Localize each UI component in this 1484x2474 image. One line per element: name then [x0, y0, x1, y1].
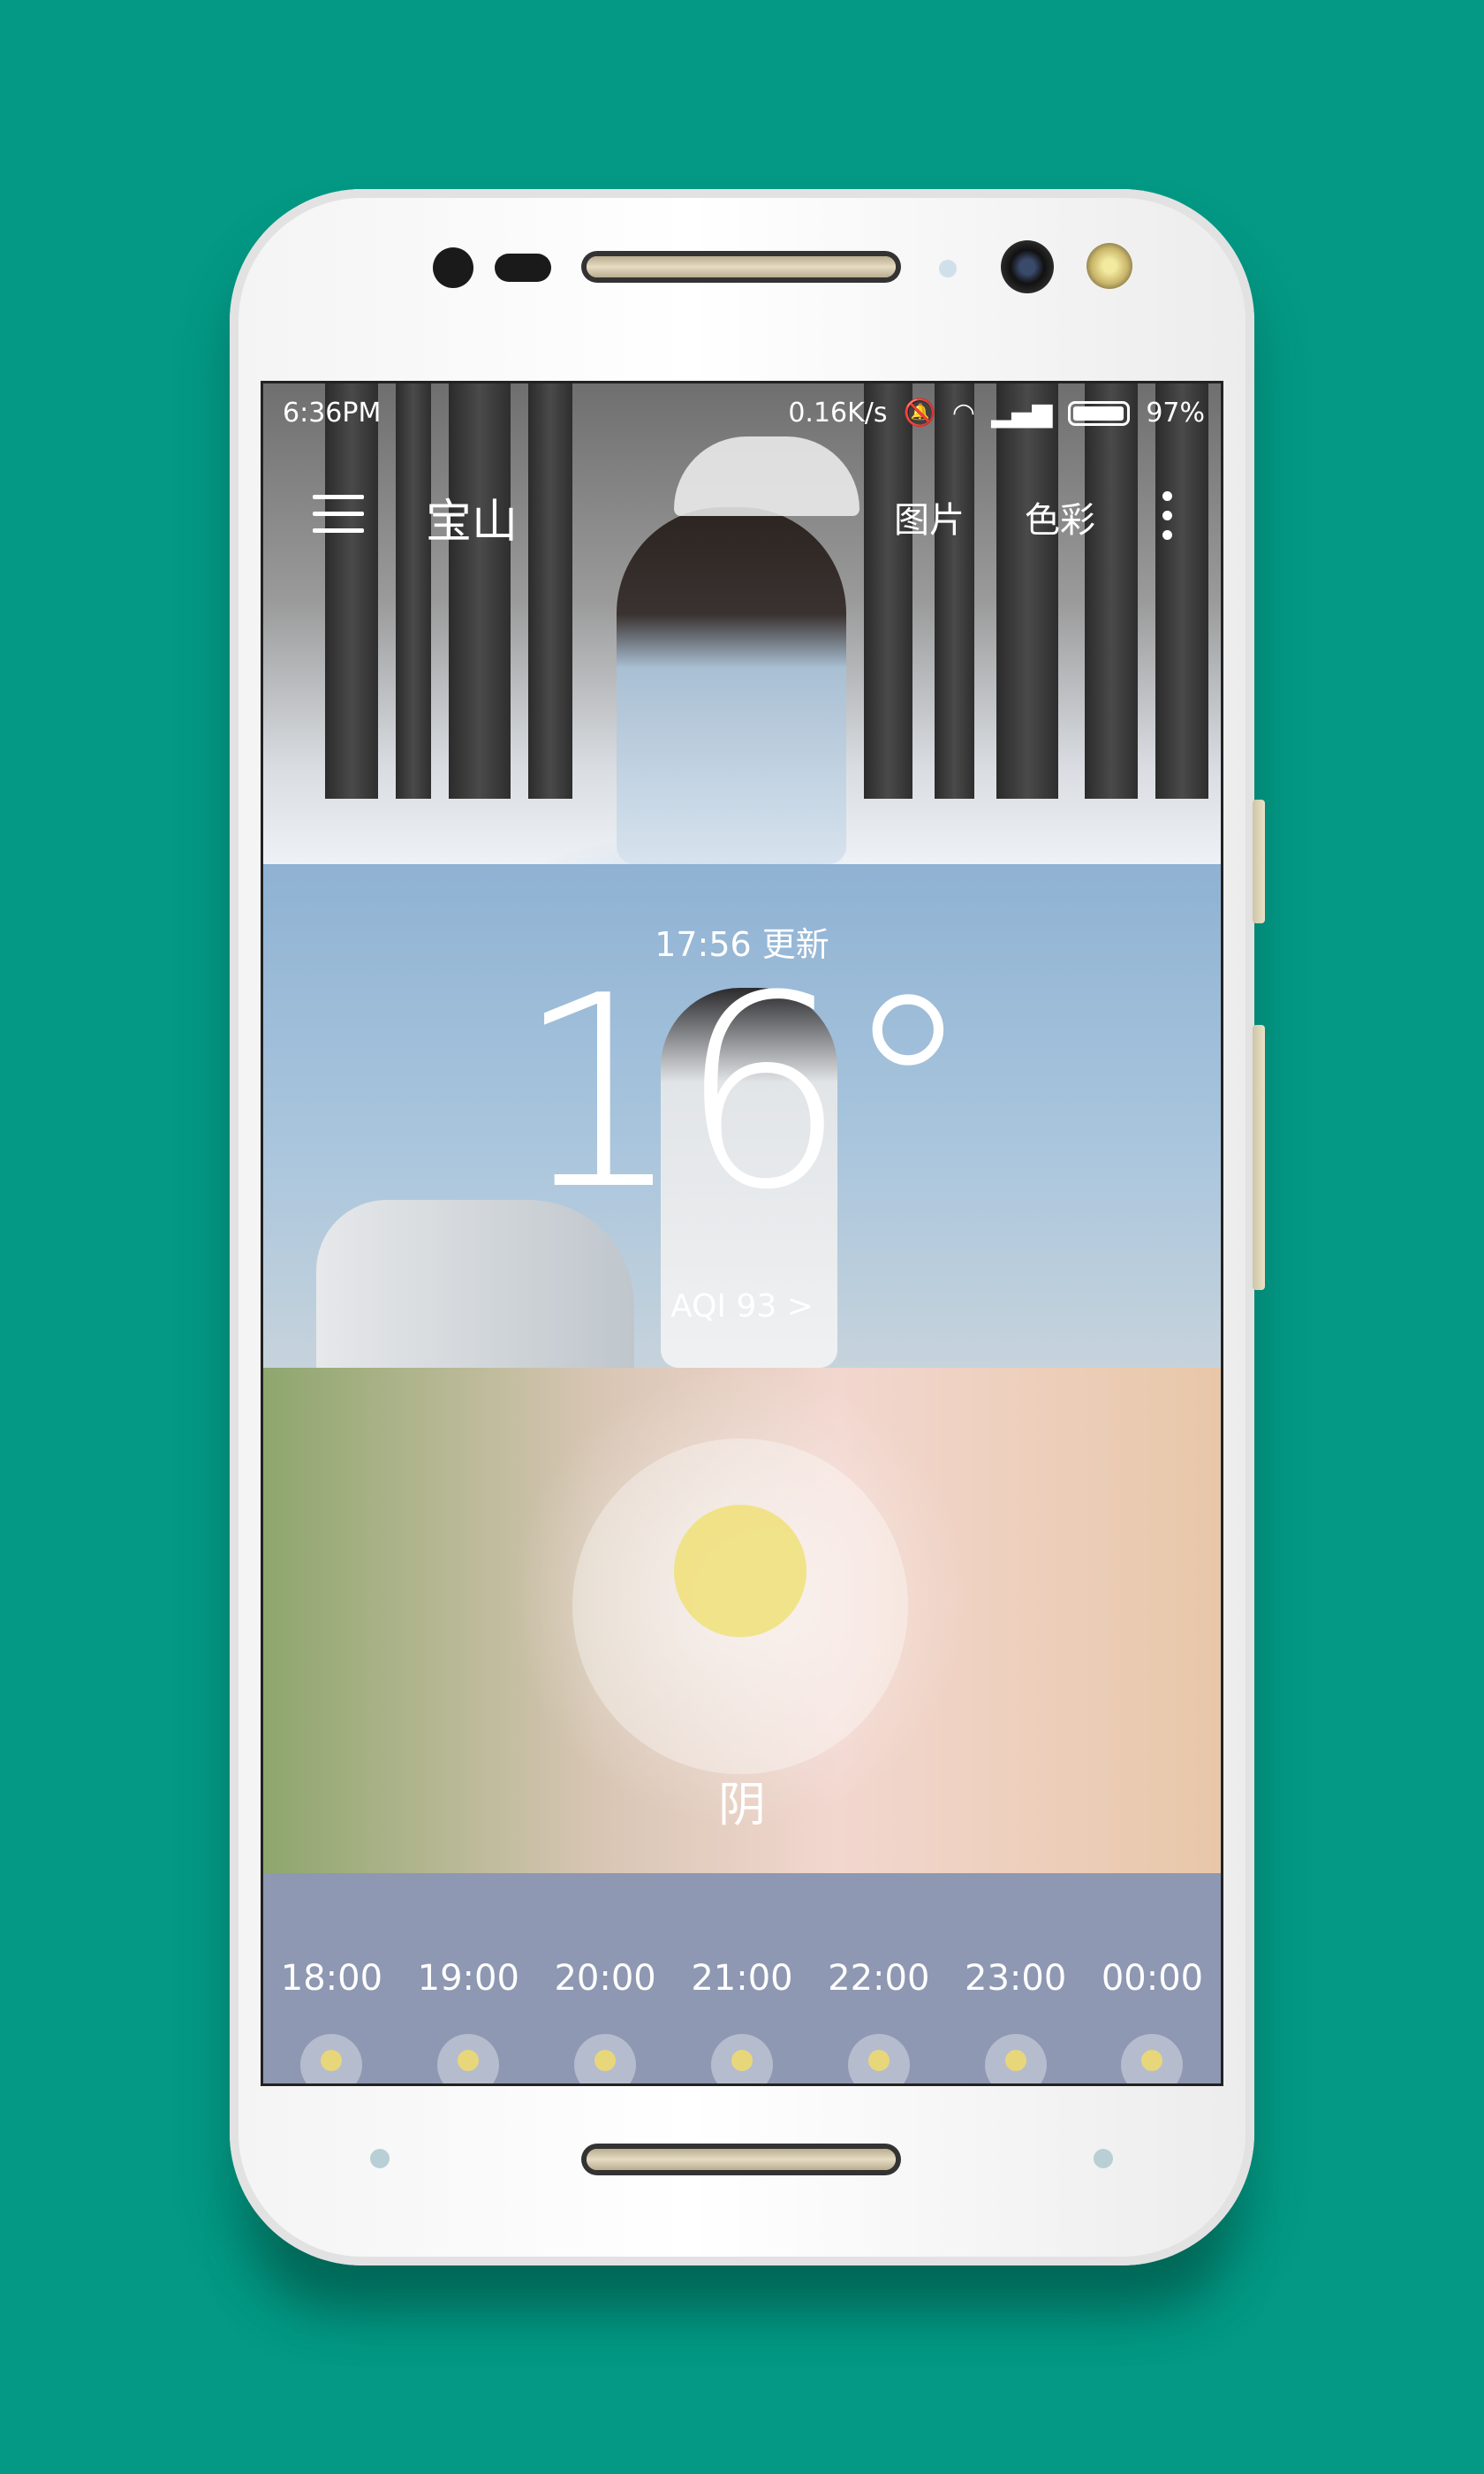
cloudy-icon	[574, 2034, 637, 2083]
app-toolbar: 宝山 图片 色彩	[263, 481, 1221, 551]
hourly-item[interactable]: 00:00	[1086, 1958, 1218, 2083]
tree-trunk	[1085, 383, 1138, 799]
cloudy-icon	[437, 2034, 500, 2083]
hourly-item[interactable]: 21:00	[676, 1958, 808, 2083]
figure-silhouette	[617, 507, 846, 864]
bottom-mic-left	[370, 2149, 390, 2168]
cloudy-icon	[300, 2034, 363, 2083]
hourly-item[interactable]: 19:00	[402, 1958, 534, 2083]
tree-trunk	[396, 383, 431, 799]
hour-label: 23:00	[965, 1958, 1067, 1999]
temperature-panel: 17:56 更新 16° AQI 93 >	[263, 864, 1221, 1368]
battery-level: 97%	[1146, 398, 1205, 429]
header-image-panel: 6:36PM 0.16K/s 🔕 ◠ ▂▄▆ 97% 宝山 图片 色彩	[263, 383, 1221, 864]
cloudy-sun-icon	[674, 1505, 806, 1637]
tree-trunk	[528, 383, 572, 799]
cloudy-icon	[984, 2034, 1047, 2083]
cloudy-icon	[847, 2034, 910, 2083]
cloudy-icon	[710, 2034, 773, 2083]
proximity-sensor	[939, 260, 957, 277]
tree-trunk	[325, 383, 378, 799]
hourly-list: 18:00 19:00 20:00 21:00 22:00 23:00 00:0…	[263, 1958, 1221, 2083]
front-sensor	[433, 247, 473, 288]
tree-trunk	[449, 383, 511, 799]
hour-label: 21:00	[691, 1958, 793, 1999]
weather-condition: 阴	[718, 1777, 766, 1833]
current-temperature: 16°	[515, 939, 974, 1248]
tree-trunk	[864, 383, 912, 799]
front-camera	[1001, 240, 1054, 293]
condition-panel: 阴	[263, 1368, 1221, 1873]
side-button-volume	[1253, 1025, 1265, 1290]
menu-icon[interactable]	[313, 495, 364, 534]
status-bar: 6:36PM 0.16K/s 🔕 ◠ ▂▄▆ 97%	[263, 394, 1221, 433]
more-options-icon[interactable]	[1162, 491, 1173, 541]
signal-icon: ▂▄▆	[991, 398, 1053, 429]
hourly-item[interactable]: 20:00	[539, 1958, 671, 2083]
city-title[interactable]: 宝山	[426, 484, 518, 550]
hour-label: 22:00	[828, 1958, 930, 1999]
app-screen: 6:36PM 0.16K/s 🔕 ◠ ▂▄▆ 97% 宝山 图片 色彩 17:5…	[263, 383, 1221, 2083]
earpiece-speaker	[587, 256, 896, 277]
hour-label: 19:00	[417, 1958, 519, 1999]
hour-label: 20:00	[554, 1958, 656, 1999]
hourly-forecast: 18:00 19:00 20:00 21:00 22:00 23:00 00:0…	[263, 1873, 1221, 2083]
cloudy-icon	[1121, 2034, 1184, 2083]
hourly-item[interactable]: 22:00	[813, 1958, 945, 2083]
front-flash	[1086, 243, 1132, 289]
bottom-speaker	[587, 2149, 896, 2170]
front-sensor-2	[495, 254, 551, 282]
hour-label: 00:00	[1101, 1958, 1204, 1999]
status-right-group: 0.16K/s 🔕 ◠ ▂▄▆ 97%	[788, 398, 1205, 429]
pictures-button[interactable]: 图片	[894, 491, 965, 543]
hour-label: 18:00	[280, 1958, 383, 1999]
colors-button[interactable]: 色彩	[1025, 491, 1095, 543]
side-button-power	[1253, 800, 1265, 923]
hourly-item[interactable]: 23:00	[950, 1958, 1082, 2083]
wifi-icon: ◠	[951, 398, 976, 429]
mute-icon: 🔕	[903, 398, 936, 429]
battery-icon	[1068, 400, 1131, 426]
net-speed: 0.16K/s	[788, 398, 888, 429]
aqi-link[interactable]: AQI 93 >	[263, 1288, 1221, 1324]
tree-trunk	[935, 383, 974, 799]
hourly-item[interactable]: 18:00	[265, 1958, 398, 2083]
tree-trunk	[996, 383, 1058, 799]
status-time: 6:36PM	[283, 398, 382, 429]
bottom-mic-right	[1094, 2149, 1113, 2168]
tree-trunk	[1155, 383, 1208, 799]
